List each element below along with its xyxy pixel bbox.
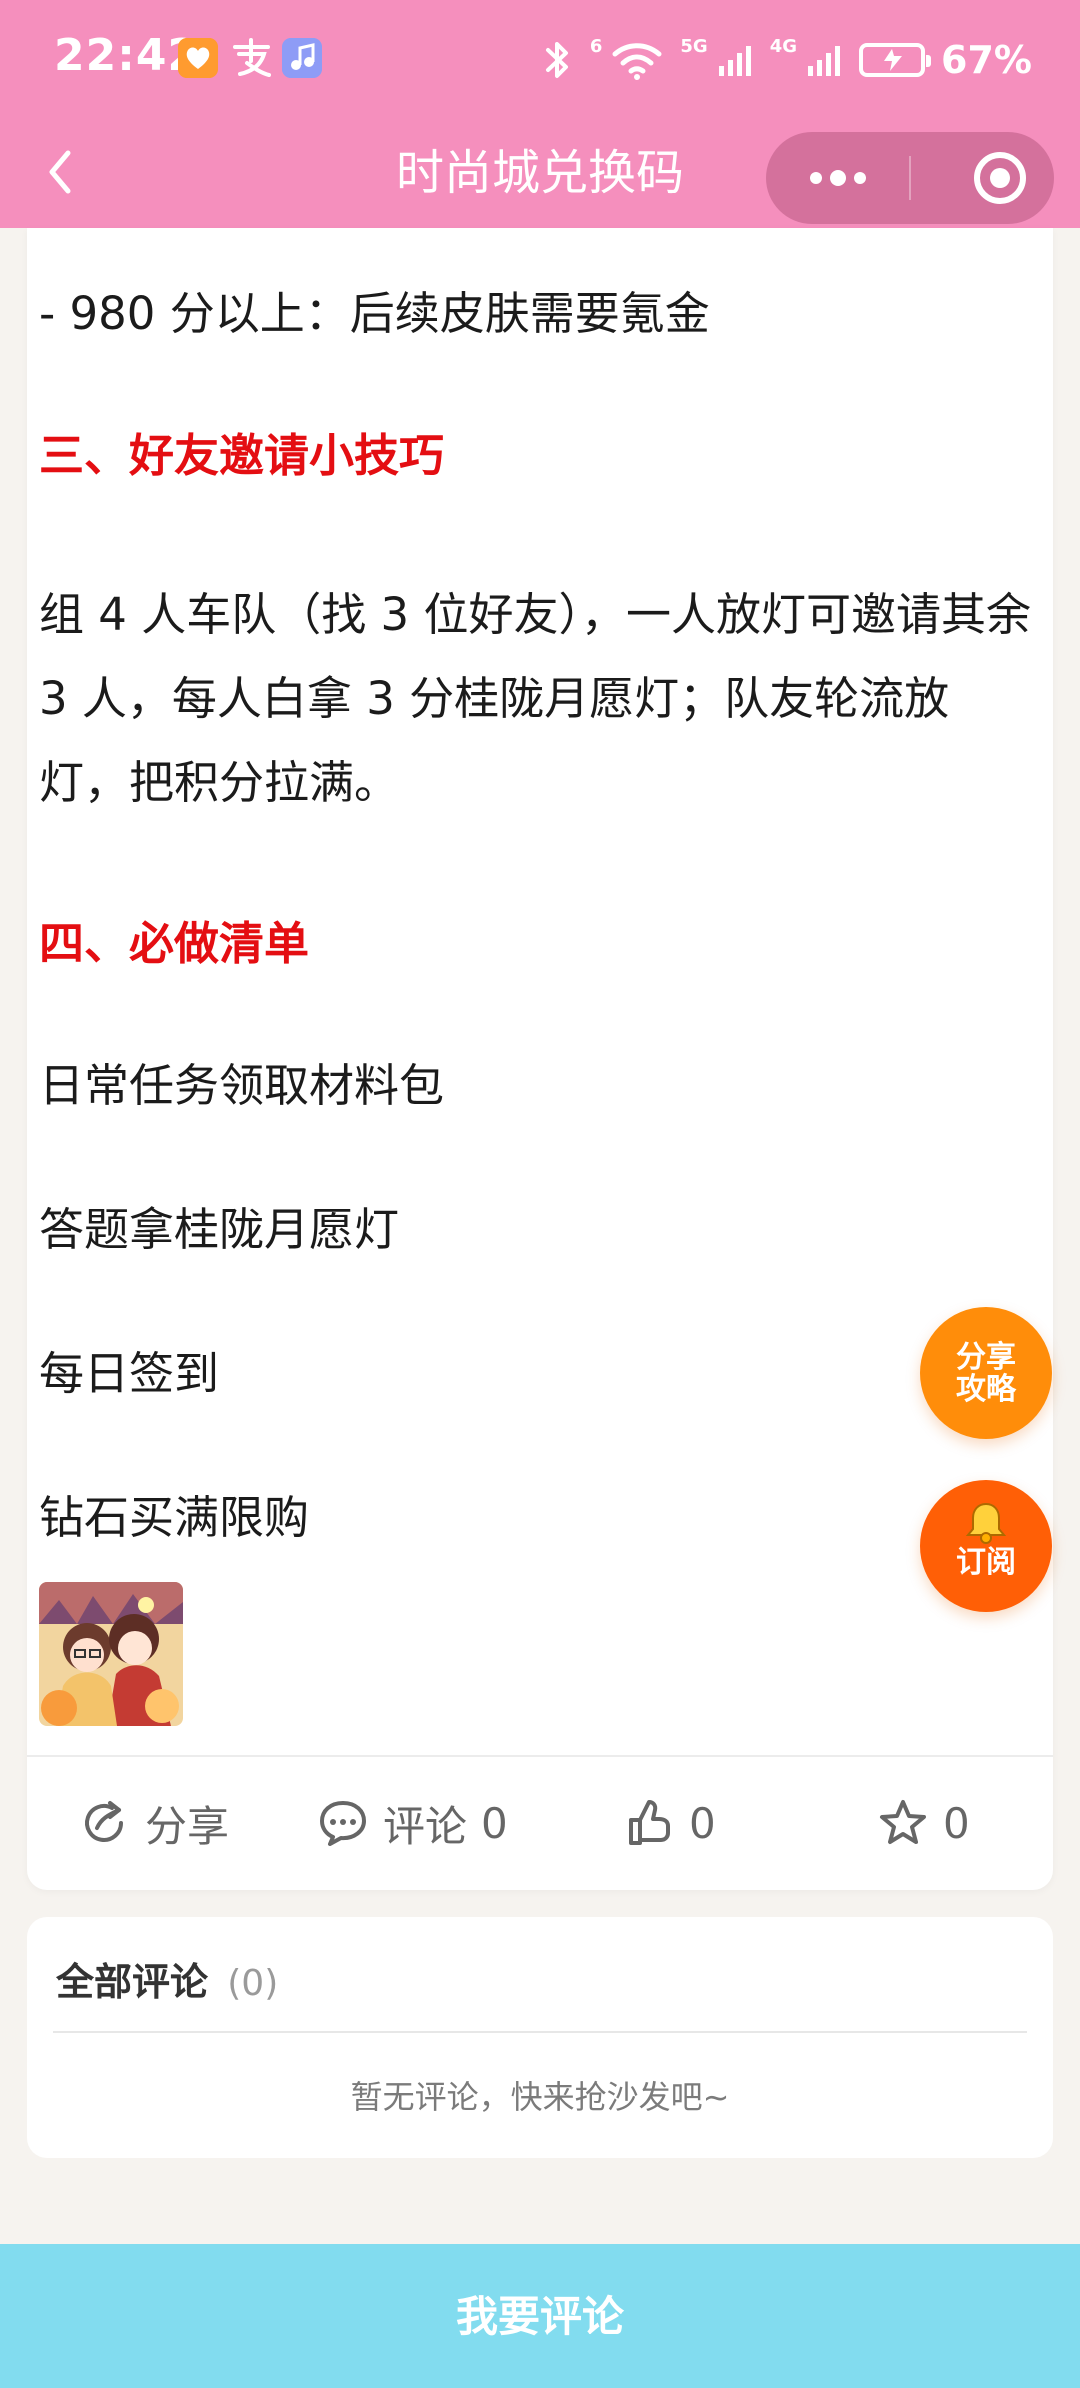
checklist-item: 每日签到 bbox=[39, 1347, 220, 1400]
battery-icon bbox=[859, 43, 932, 77]
favorite-action[interactable]: 0 bbox=[877, 1788, 970, 1858]
system-status-icons: 6 5G 4G 67% bbox=[542, 30, 1032, 90]
share-guide-label-line-1: 分享 bbox=[956, 1340, 1016, 1375]
mini-program-capsule[interactable] bbox=[766, 132, 1054, 224]
subscribe-label: 订阅 bbox=[956, 1545, 1016, 1580]
star-icon bbox=[880, 1800, 926, 1844]
network-5g-label: 5G bbox=[680, 35, 708, 57]
like-action[interactable]: 0 bbox=[623, 1788, 716, 1858]
section-heading-friends: 三、好友邀请小技巧 bbox=[39, 429, 445, 482]
music-app-icon bbox=[282, 38, 322, 78]
bottom-action-bar[interactable]: 我要评论 bbox=[0, 2244, 1080, 2388]
status-bar: 22:42 6 5G 4G 67% bbox=[0, 0, 1080, 120]
checklist-item: 日常任务领取材料包 bbox=[39, 1059, 445, 1112]
share-action[interactable]: 分享 bbox=[79, 1788, 229, 1858]
comments-title: 全部评论 (0) bbox=[56, 1957, 278, 2009]
empty-comments-message: 暂无评论，快来抢沙发吧~ bbox=[350, 2078, 730, 2116]
share-guide-button[interactable]: 分享 攻略 bbox=[920, 1307, 1052, 1439]
battery-percentage: 67% bbox=[941, 38, 1032, 82]
navigation-bar: 时尚城兑换码 bbox=[0, 120, 1080, 228]
share-guide-label-line-2: 攻略 bbox=[956, 1372, 1016, 1407]
article-image[interactable] bbox=[39, 1582, 183, 1726]
share-label: 分享 bbox=[145, 1801, 230, 1851]
checklist-item: 答题拿桂陇月愿灯 bbox=[39, 1203, 400, 1256]
comments-divider bbox=[53, 2031, 1027, 2033]
comments-count: (0) bbox=[227, 1963, 279, 2004]
chat-bubble-icon bbox=[320, 1801, 366, 1846]
favorite-count: 0 bbox=[943, 1798, 970, 1848]
signal-5g-icon bbox=[718, 46, 751, 76]
target-close-icon[interactable] bbox=[970, 148, 1030, 208]
more-dots-icon[interactable] bbox=[792, 150, 884, 206]
article-paragraph: 组 4 人车队（找 3 位好友），一人放灯可邀请其余 3 人，每人白拿 3 分桂… bbox=[39, 588, 1031, 809]
heart-app-icon bbox=[178, 38, 218, 78]
article-card: - 980 分以上：后续皮肤需要氪金 三、好友邀请小技巧 组 4 人车队（找 3… bbox=[27, 228, 1053, 1890]
share-arrow-icon bbox=[85, 1801, 123, 1842]
charging-icon bbox=[884, 49, 903, 71]
network-4g-label: 4G bbox=[769, 35, 798, 57]
share-guide-label: 分享 攻略 bbox=[920, 1342, 1052, 1406]
capsule-divider bbox=[909, 156, 911, 200]
article-line: - 980 分以上：后续皮肤需要氪金 bbox=[39, 287, 710, 340]
write-comment-button[interactable]: 我要评论 bbox=[0, 2292, 1080, 2342]
comment-count: 0 bbox=[481, 1798, 508, 1848]
subscribe-button[interactable]: 订阅 bbox=[920, 1480, 1052, 1612]
wifi-signal-label: 6 bbox=[589, 35, 603, 57]
comment-label: 评论 bbox=[383, 1801, 468, 1851]
bluetooth-icon bbox=[545, 42, 568, 78]
comment-action[interactable]: 评论 0 bbox=[317, 1788, 508, 1858]
comments-section: 全部评论 (0) 暂无评论，快来抢沙发吧~ bbox=[27, 1917, 1053, 2158]
comments-title-text: 全部评论 bbox=[56, 1960, 209, 2004]
checklist-item: 钻石买满限购 bbox=[39, 1491, 310, 1544]
signal-4g-icon bbox=[808, 46, 841, 76]
thumbs-up-icon bbox=[629, 1800, 670, 1845]
card-divider bbox=[27, 1755, 1053, 1757]
alipay-icon bbox=[233, 38, 271, 77]
section-heading-checklist: 四、必做清单 bbox=[39, 917, 310, 970]
bell-icon bbox=[965, 1502, 1007, 1544]
like-count: 0 bbox=[689, 1798, 716, 1848]
article-action-bar: 分享 评论 0 0 0 bbox=[27, 1758, 1053, 1888]
app-header: 22:42 6 5G 4G 67% 时尚城兑换码 bbox=[0, 0, 1080, 228]
wifi-icon bbox=[612, 43, 662, 80]
